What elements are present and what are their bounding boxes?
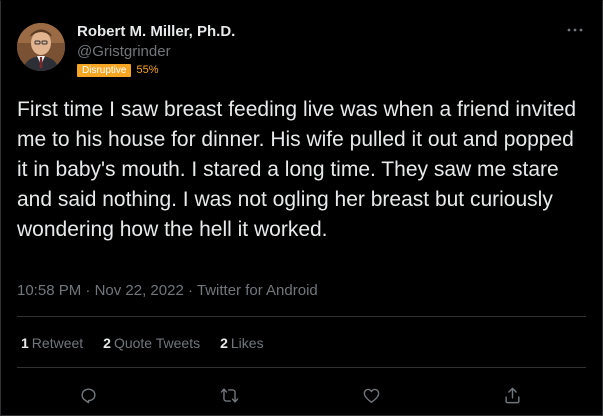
likes-label: Likes <box>230 335 264 351</box>
reply-button[interactable] <box>74 381 102 409</box>
author-display-name[interactable]: Robert M. Miller, Ph.D. <box>77 23 235 41</box>
tweet-actions <box>1 381 603 409</box>
quote-tweets-stat[interactable]: 2 Quote Tweets <box>103 333 200 353</box>
author-info: Robert M. Miller, Ph.D. @Gristgrinder Di… <box>77 23 235 77</box>
tweet-date[interactable]: Nov 22, 2022 <box>95 282 184 299</box>
meta-separator: · <box>81 282 95 299</box>
divider <box>17 316 586 317</box>
disruptive-badge: Disruptive <box>77 63 132 77</box>
tweet-card: Robert M. Miller, Ph.D. @Gristgrinder Di… <box>0 0 603 416</box>
retweets-stat[interactable]: 1 Retweet <box>21 333 83 353</box>
quotes-count: 2 <box>103 335 111 351</box>
share-button[interactable] <box>498 381 526 409</box>
divider <box>17 367 586 368</box>
likes-stat[interactable]: 2 Likes <box>220 333 263 353</box>
heart-icon <box>363 388 379 403</box>
more-icon <box>567 28 583 32</box>
retweet-icon <box>220 387 238 403</box>
likes-count: 2 <box>220 335 228 351</box>
tweet-header: Robert M. Miller, Ph.D. @Gristgrinder Di… <box>17 19 586 79</box>
avatar[interactable] <box>17 23 65 71</box>
meta-separator: · <box>183 282 197 299</box>
badge-row: Disruptive 55% <box>77 63 235 77</box>
retweet-button[interactable] <box>215 381 243 409</box>
quotes-label: Quote Tweets <box>113 335 201 351</box>
profile-photo-icon <box>17 23 65 71</box>
like-button[interactable] <box>357 381 385 409</box>
retweets-label: Retweet <box>31 335 84 351</box>
tweet-text: First time I saw breast feeding live was… <box>17 98 577 241</box>
tweet-stats: 1 Retweet 2 Quote Tweets 2 Likes <box>21 333 284 353</box>
badge-percent: 55% <box>136 63 159 76</box>
share-icon <box>504 387 520 403</box>
more-options-button[interactable] <box>564 19 586 41</box>
reply-icon <box>80 387 96 403</box>
tweet-time[interactable]: 10:58 PM <box>17 282 81 299</box>
tweet-meta: 10:58 PM · Nov 22, 2022 · Twitter for An… <box>17 281 318 301</box>
tweet-source[interactable]: Twitter for Android <box>197 282 318 299</box>
retweets-count: 1 <box>21 335 29 351</box>
author-handle[interactable]: @Gristgrinder <box>77 42 235 62</box>
